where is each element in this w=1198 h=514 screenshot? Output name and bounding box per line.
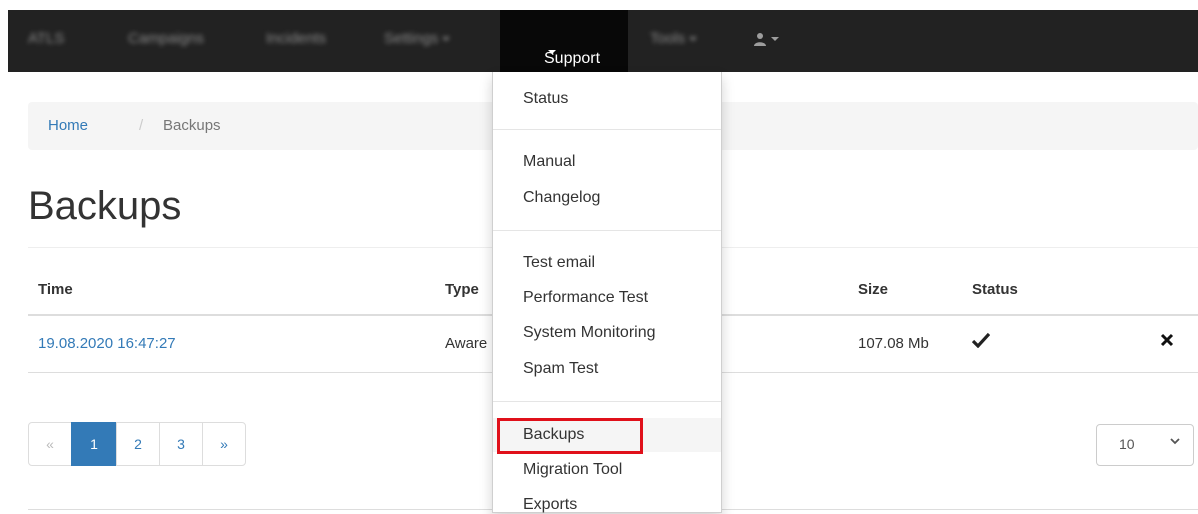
column-header-time[interactable]: Time [38, 281, 73, 298]
nav-campaigns[interactable]: Campaigns [128, 30, 204, 52]
nav-incidents[interactable]: Incidents [266, 30, 326, 52]
column-header-status[interactable]: Status [972, 281, 1018, 298]
backup-type: Aware [445, 335, 488, 352]
chevron-down-icon [442, 37, 451, 42]
menu-item-manual[interactable]: Manual [523, 153, 575, 171]
menu-divider [493, 129, 721, 130]
nav-tools-label: Tools [650, 30, 686, 47]
nav-settings[interactable]: Settings [384, 30, 451, 52]
chevron-down-icon [771, 36, 779, 41]
chevron-down-icon [548, 50, 556, 54]
column-header-size[interactable]: Size [858, 281, 888, 298]
backup-time-link[interactable]: 19.08.2020 16:47:27 [38, 335, 176, 352]
pagination-page-2[interactable]: 2 [116, 422, 160, 466]
per-page-value: 10 [1119, 436, 1135, 452]
pagination-page-3[interactable]: 3 [159, 422, 203, 466]
menu-divider [493, 230, 721, 231]
highlight-box [497, 418, 643, 454]
close-icon[interactable] [1160, 333, 1174, 351]
menu-item-status[interactable]: Status [523, 90, 568, 108]
top-navbar: ATLS Campaigns Incidents Settings Suppor… [8, 10, 1198, 72]
breadcrumb-current: Backups [163, 117, 221, 134]
per-page-select[interactable]: 10 [1096, 424, 1194, 466]
menu-item-spam-test[interactable]: Spam Test [523, 360, 598, 378]
nav-tools[interactable]: Tools [650, 30, 698, 52]
menu-item-changelog[interactable]: Changelog [523, 189, 600, 207]
column-header-type[interactable]: Type [445, 281, 479, 298]
support-dropdown-menu: Status Manual Changelog Test email Perfo… [492, 72, 722, 513]
pagination-page-1[interactable]: 1 [71, 422, 117, 466]
chevron-down-icon [1169, 435, 1181, 450]
menu-item-performance-test[interactable]: Performance Test [523, 289, 648, 307]
menu-item-test-email[interactable]: Test email [523, 254, 595, 272]
check-icon [971, 332, 991, 352]
menu-item-system-monitoring[interactable]: System Monitoring [523, 324, 656, 342]
breadcrumb-separator: / [139, 117, 144, 134]
nav-settings-label: Settings [384, 30, 439, 47]
pagination: « 1 2 3 » [28, 422, 246, 466]
backup-size: 107.08 Mb [858, 335, 929, 352]
menu-divider [493, 401, 721, 402]
user-icon [754, 32, 766, 46]
brand-logo[interactable]: ATLS [28, 30, 64, 52]
breadcrumb-home-link[interactable]: Home [48, 117, 88, 134]
nav-support[interactable]: Support [500, 10, 628, 72]
chevron-down-icon [689, 37, 698, 42]
pagination-next[interactable]: » [202, 422, 246, 466]
menu-item-exports[interactable]: Exports [523, 496, 577, 514]
menu-item-migration-tool[interactable]: Migration Tool [523, 461, 622, 479]
user-menu[interactable] [753, 30, 779, 48]
page-title: Backups [28, 184, 182, 228]
pagination-prev[interactable]: « [28, 422, 72, 466]
